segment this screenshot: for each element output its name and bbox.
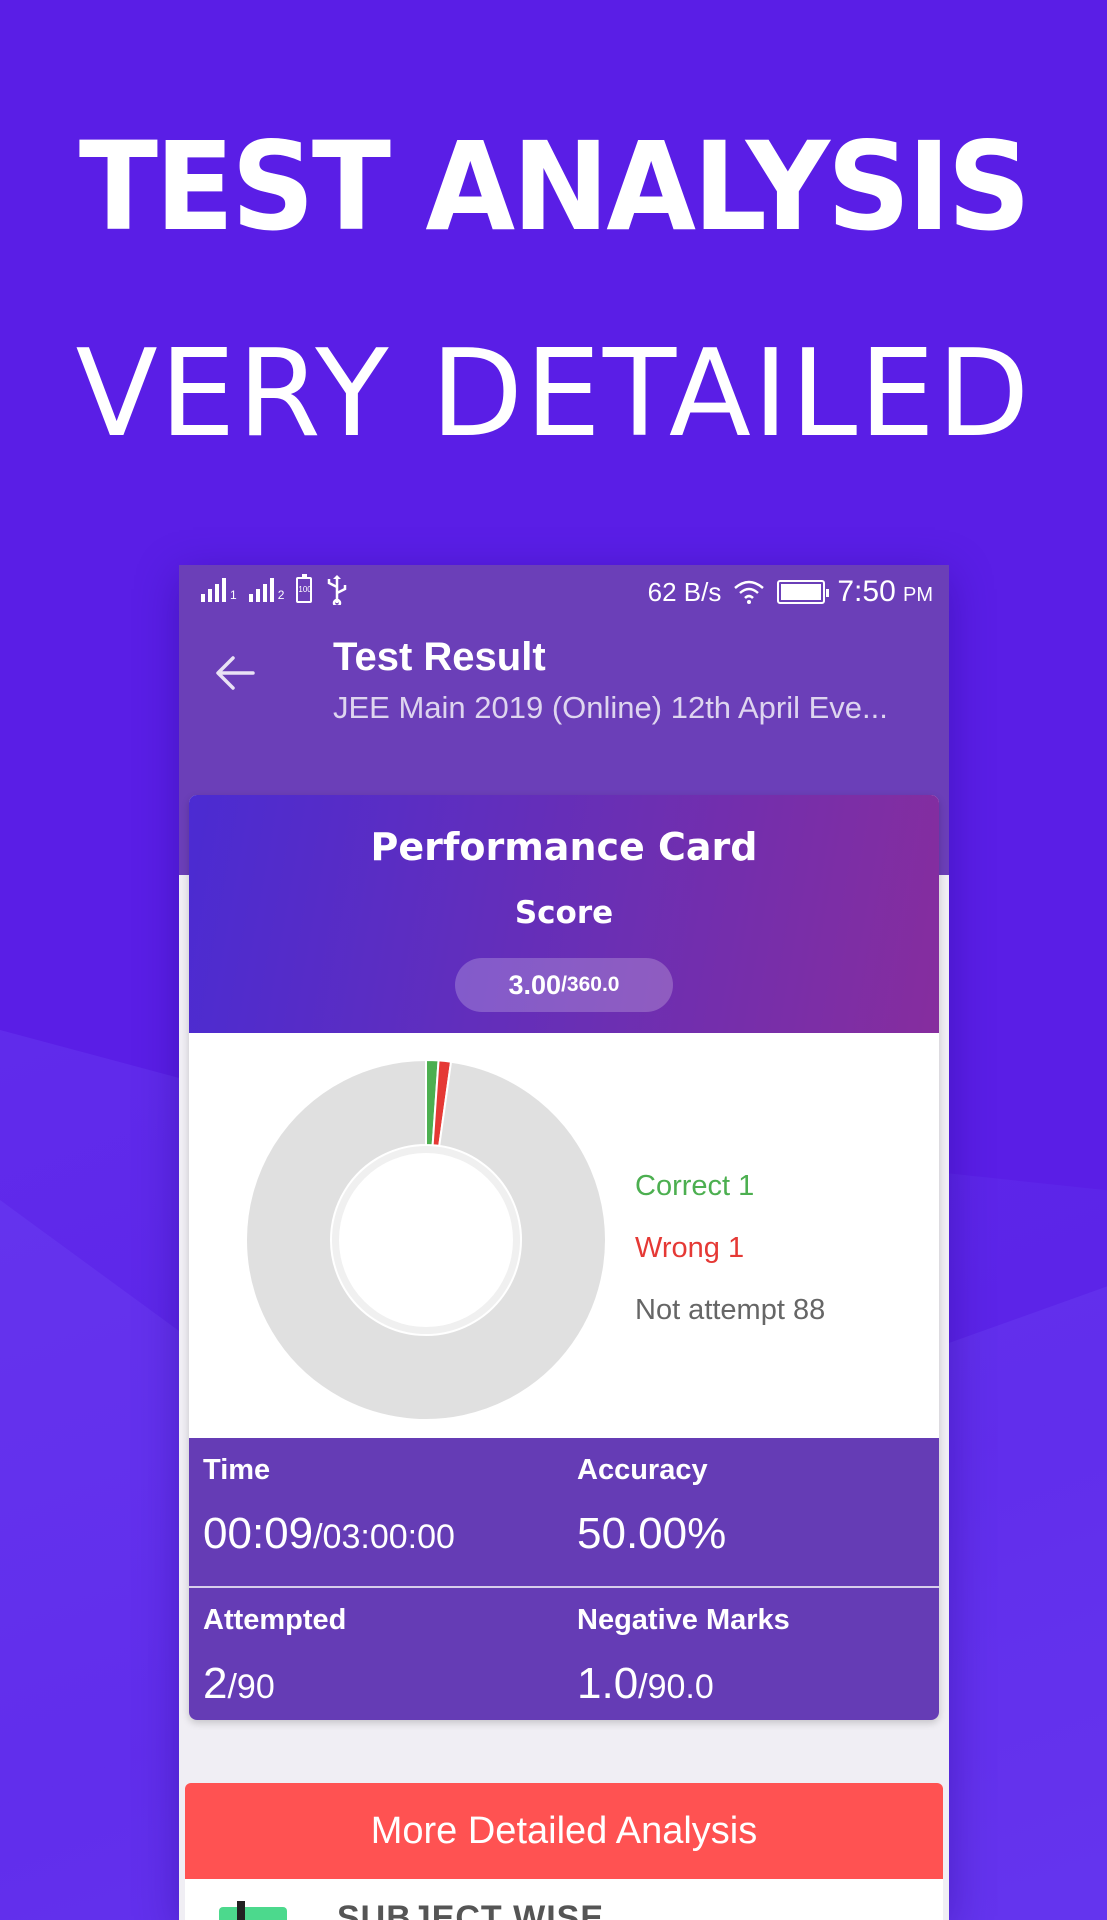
sim-number: 1 xyxy=(230,588,237,602)
status-time: 7:50 xyxy=(837,575,896,608)
legend-correct: Correct 1 xyxy=(635,1170,755,1202)
stats-panel: Time 00:09/03:00:00 Accuracy 50.00% Atte… xyxy=(189,1438,939,1720)
subject-icon xyxy=(219,1901,287,1920)
page-subtitle: JEE Main 2019 (Online) 12th April Eve... xyxy=(333,690,888,725)
stat-label: Attempted xyxy=(203,1604,347,1636)
stat-attempted: Attempted 2/90 xyxy=(203,1604,346,1709)
battery-icon xyxy=(777,580,830,604)
stat-total: /90 xyxy=(227,1668,275,1706)
stat-total: /90.0 xyxy=(638,1668,714,1706)
signal-icon: 2 xyxy=(248,578,285,602)
signal-icon: 1 xyxy=(201,578,237,602)
stat-label: Accuracy xyxy=(577,1454,708,1486)
subject-wise-label: SUBJECT WISE xyxy=(337,1899,605,1920)
stat-value: 00:09 xyxy=(203,1509,314,1558)
chart-legend: Correct 1 Wrong 1 Not attempt 88 xyxy=(635,1155,825,1341)
score-value: 3.00 xyxy=(508,969,562,1000)
donut-chart xyxy=(245,1058,607,1421)
more-detailed-analysis-button[interactable]: More Detailed Analysis xyxy=(185,1783,943,1879)
donut-hole xyxy=(339,1153,513,1327)
score-pill: 3.00/360.0 xyxy=(455,958,673,1012)
stat-label: Time xyxy=(203,1454,271,1486)
status-ampm: PM xyxy=(903,584,933,606)
toolbar: Test Result JEE Main 2019 (Online) 12th … xyxy=(179,625,949,735)
legend-not-attempt: Not attempt 88 xyxy=(635,1294,826,1326)
stat-time: Time 00:09/03:00:00 xyxy=(203,1454,455,1559)
net-speed: 62 B/s xyxy=(647,576,722,607)
stat-total: /03:00:00 xyxy=(313,1518,455,1556)
sim-number: 2 xyxy=(277,588,285,602)
back-button[interactable] xyxy=(209,647,261,699)
status-bar: 1 2 100 62 B/s 7:50 PM xyxy=(179,565,949,617)
hero-title: TEST ANALYSIS xyxy=(78,116,1031,259)
usb-icon xyxy=(328,575,347,605)
wifi-icon xyxy=(734,580,765,604)
card-title: Performance Card xyxy=(370,825,758,869)
score-label: Score xyxy=(514,895,614,931)
battery-icon: 100 xyxy=(296,574,313,603)
hero-subtitle: VERY DETAILED xyxy=(75,325,1032,464)
page-title: Test Result xyxy=(333,635,546,679)
stat-value: 2 xyxy=(203,1659,228,1708)
stat-label: Negative Marks xyxy=(577,1604,790,1636)
stat-value: 50.00% xyxy=(577,1509,727,1558)
subject-wise-section[interactable]: SUBJECT WISE xyxy=(185,1879,943,1920)
divider xyxy=(189,1586,939,1588)
stat-negative-marks: Negative Marks 1.0/90.0 xyxy=(577,1604,790,1709)
phone-screen: 1 2 100 62 B/s 7:50 PM Test Result JEE M… xyxy=(179,565,949,1920)
performance-card-header: Performance Card Score 3.00/360.0 xyxy=(189,795,939,1033)
score-total: /360.0 xyxy=(561,973,620,996)
stat-accuracy: Accuracy 50.00% xyxy=(577,1454,726,1559)
battery-level-label: 100 xyxy=(298,585,312,594)
performance-card: Performance Card Score 3.00/360.0 Correc… xyxy=(189,795,939,1720)
legend-wrong: Wrong 1 xyxy=(635,1232,745,1264)
back-arrow-icon xyxy=(216,656,255,690)
stat-value: 1.0 xyxy=(577,1659,639,1708)
